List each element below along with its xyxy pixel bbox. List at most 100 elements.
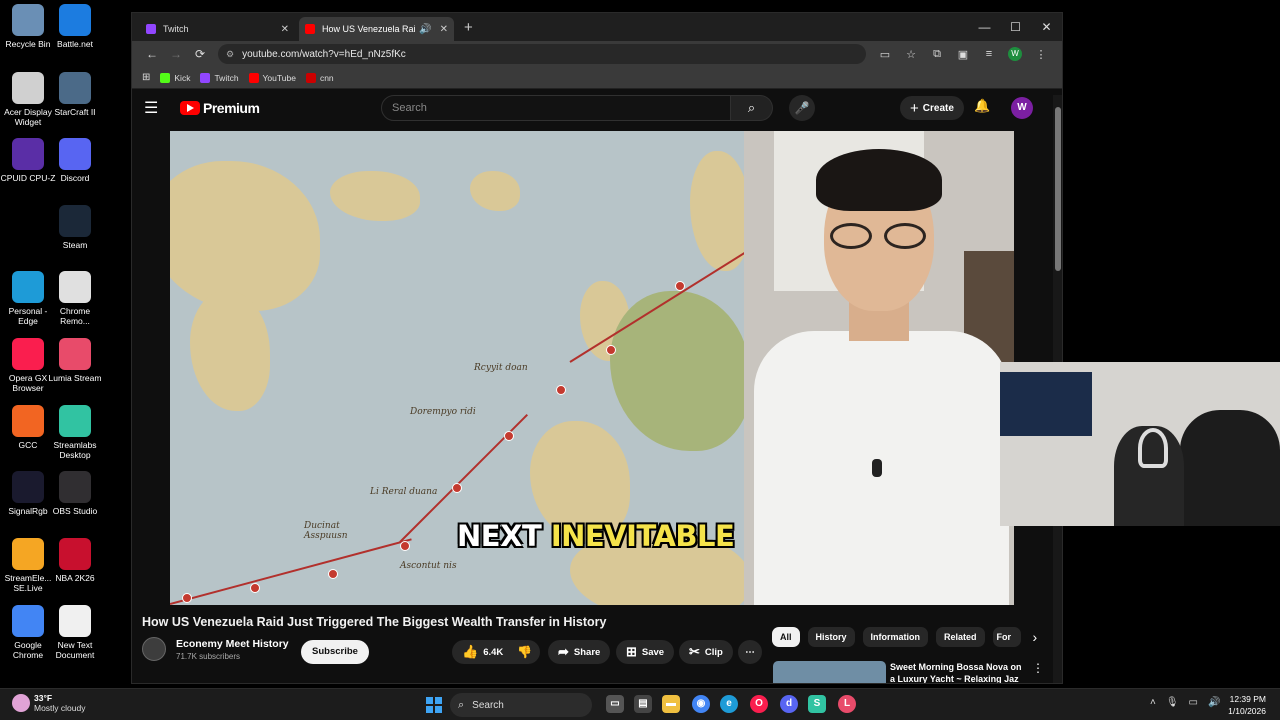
map-label: Li Reral duana xyxy=(370,487,438,497)
desktop-shortcut[interactable]: Chrome Remo... xyxy=(47,271,103,326)
desktop-shortcut[interactable]: StarCraft II xyxy=(47,72,103,117)
address-bar[interactable]: ⚙ youtube.com/watch?v=hEd_nNz5fKc xyxy=(218,44,866,64)
hamburger-menu-icon[interactable]: ☰ xyxy=(144,98,168,118)
new-tab-icon[interactable]: + xyxy=(464,19,473,36)
channel-avatar[interactable] xyxy=(142,637,166,661)
reload-icon[interactable]: ⟳ xyxy=(188,47,212,61)
desktop-shortcut-label: Steam xyxy=(62,240,88,250)
date: 1/10/2026 xyxy=(1228,706,1266,716)
bookmark-twitch[interactable]: Twitch xyxy=(200,72,239,83)
desktop-shortcut[interactable]: OBS Studio xyxy=(47,471,103,516)
bookmark-star-icon[interactable]: ☆ xyxy=(898,48,924,61)
clip-button[interactable]: ✂ Clip xyxy=(679,640,733,664)
desktop-shortcut[interactable]: Battle.net xyxy=(47,4,103,49)
apps-grid-icon[interactable]: ⊞ xyxy=(142,72,150,83)
create-button[interactable]: + Create xyxy=(900,96,964,120)
desktop-shortcut[interactable]: NBA 2K26 xyxy=(47,538,103,583)
close-window-icon[interactable]: ✕ xyxy=(1031,13,1062,41)
headset-icon xyxy=(1138,428,1168,468)
notifications-bell-icon[interactable]: 🔔 xyxy=(974,98,990,114)
tab-twitch[interactable]: Twitch ✕ xyxy=(140,17,295,41)
youtube-header: ☰ Premium Search ⌕ 🎤 + Create 🔔 W xyxy=(132,89,1062,127)
weather-icon xyxy=(12,694,30,712)
starcraft-icon xyxy=(59,72,91,104)
search-button[interactable]: ⌕ xyxy=(731,95,773,121)
desktop-shortcut[interactable]: Discord xyxy=(47,138,103,183)
taskbar-search[interactable]: ⌕ Search xyxy=(450,693,592,717)
more-options-icon[interactable]: ⋮ xyxy=(1032,661,1044,675)
window-controls: — ☐ ✕ xyxy=(969,13,1062,41)
audio-icon[interactable]: 🔊 xyxy=(419,24,431,35)
bookmark-kick[interactable]: Kick xyxy=(160,72,190,83)
desktop-shortcut-label: Streamlabs Desktop xyxy=(53,440,97,460)
desktop-shortcut[interactable]: Lumia Stream xyxy=(47,338,103,383)
desktop-shortcut[interactable]: Steam xyxy=(47,205,103,250)
close-tab-icon[interactable]: ✕ xyxy=(281,24,289,35)
recommended-thumbnail[interactable] xyxy=(773,661,886,683)
weather-condition: Mostly cloudy xyxy=(34,703,86,713)
recommended-title[interactable]: Sweet Morning Bossa Nova on a Luxury Yac… xyxy=(890,661,1022,683)
like-button[interactable]: 👍 6.4K 👎 xyxy=(452,640,540,664)
extensions-icon[interactable]: ⧉ xyxy=(924,48,950,61)
more-actions-button[interactable]: ⋯ xyxy=(738,640,762,664)
site-info-icon[interactable]: ⚙ xyxy=(226,49,234,60)
chip-history[interactable]: History xyxy=(807,627,855,647)
discord-icon[interactable]: d xyxy=(780,695,798,713)
edge-icon[interactable]: e xyxy=(720,695,738,713)
microphone-icon[interactable]: 🎙 xyxy=(1166,697,1179,708)
profile-button[interactable]: W xyxy=(1002,47,1028,61)
start-button[interactable] xyxy=(426,697,442,713)
cast-icon[interactable]: ▭ xyxy=(872,48,898,61)
chip-for[interactable]: For xyxy=(992,627,1021,647)
voice-search-button[interactable]: 🎤 xyxy=(789,95,815,121)
opera-gx-icon xyxy=(12,338,44,370)
cpuz-icon xyxy=(12,138,44,170)
edge-icon xyxy=(12,271,44,303)
close-tab-icon[interactable]: ✕ xyxy=(440,24,448,35)
reading-list-icon[interactable]: ≡ xyxy=(976,48,1002,60)
gcc-icon xyxy=(12,405,44,437)
chip-related[interactable]: Related xyxy=(936,627,985,647)
lumia-stream-icon[interactable]: L xyxy=(838,695,856,713)
desktop-shortcut[interactable]: Streamlabs Desktop xyxy=(47,405,103,460)
share-button[interactable]: ➦ Share xyxy=(548,640,611,664)
forward-icon[interactable]: → xyxy=(164,47,188,61)
bookmark-youtube[interactable]: YouTube xyxy=(248,72,296,83)
chip-all[interactable]: All xyxy=(772,627,800,647)
volume-icon[interactable]: 🔊 xyxy=(1208,697,1220,708)
scrollbar-thumb[interactable] xyxy=(1055,107,1061,271)
desktop-shortcut[interactable]: New Text Document xyxy=(47,605,103,660)
maximize-icon[interactable]: ☐ xyxy=(1000,13,1031,41)
opera-gx-icon[interactable]: O xyxy=(750,695,768,713)
network-icon[interactable]: ▭ xyxy=(1189,697,1198,708)
chrome-icon[interactable]: ◉ xyxy=(692,695,710,713)
channel-name[interactable]: Econemy Meet History xyxy=(176,638,289,650)
search-icon: ⌕ xyxy=(458,698,465,711)
account-avatar[interactable]: W xyxy=(1011,97,1033,119)
video-player[interactable]: Rcyyit doan Dorempyo ridi Li Reral duana… xyxy=(170,131,1014,605)
task-view-icon[interactable]: ▭ xyxy=(606,695,624,713)
save-button[interactable]: ⊞ Save xyxy=(616,640,675,664)
weather-widget[interactable]: 33°F Mostly cloudy xyxy=(12,693,86,713)
streamlabs-icon[interactable]: S xyxy=(808,695,826,713)
subscribe-button[interactable]: Subscribe xyxy=(301,640,369,664)
chevron-right-icon[interactable]: › xyxy=(1033,629,1038,645)
minimize-icon[interactable]: — xyxy=(969,13,1000,41)
tray-overflow-icon[interactable]: ˄ xyxy=(1150,697,1156,708)
file-explorer-icon[interactable]: ▬ xyxy=(662,695,680,713)
bookmark-cnn[interactable]: cnn xyxy=(305,72,334,83)
youtube-play-icon xyxy=(180,101,200,115)
split-view-icon[interactable]: ▣ xyxy=(950,48,976,61)
dislike-button[interactable]: 👎 xyxy=(517,645,532,659)
video-caption: NEXT INEVITABLE xyxy=(457,519,735,553)
search-input[interactable]: Search xyxy=(381,95,731,121)
multitask-icon[interactable]: ▤ xyxy=(634,695,652,713)
back-icon[interactable]: ← xyxy=(140,47,164,61)
signalrgb-icon xyxy=(12,471,44,503)
clock[interactable]: 12:39 PM 1/10/2026 xyxy=(1228,693,1266,717)
tab-youtube[interactable]: How US Venezuela Raid Ju 🔊 ✕ xyxy=(299,17,454,41)
youtube-premium-logo[interactable]: Premium xyxy=(180,100,260,116)
browser-menu-icon[interactable]: ⋮ xyxy=(1028,48,1054,61)
toolbar-icons: ▭ ☆ ⧉ ▣ ≡ W ⋮ xyxy=(872,47,1054,61)
chip-information[interactable]: Information xyxy=(862,627,929,647)
